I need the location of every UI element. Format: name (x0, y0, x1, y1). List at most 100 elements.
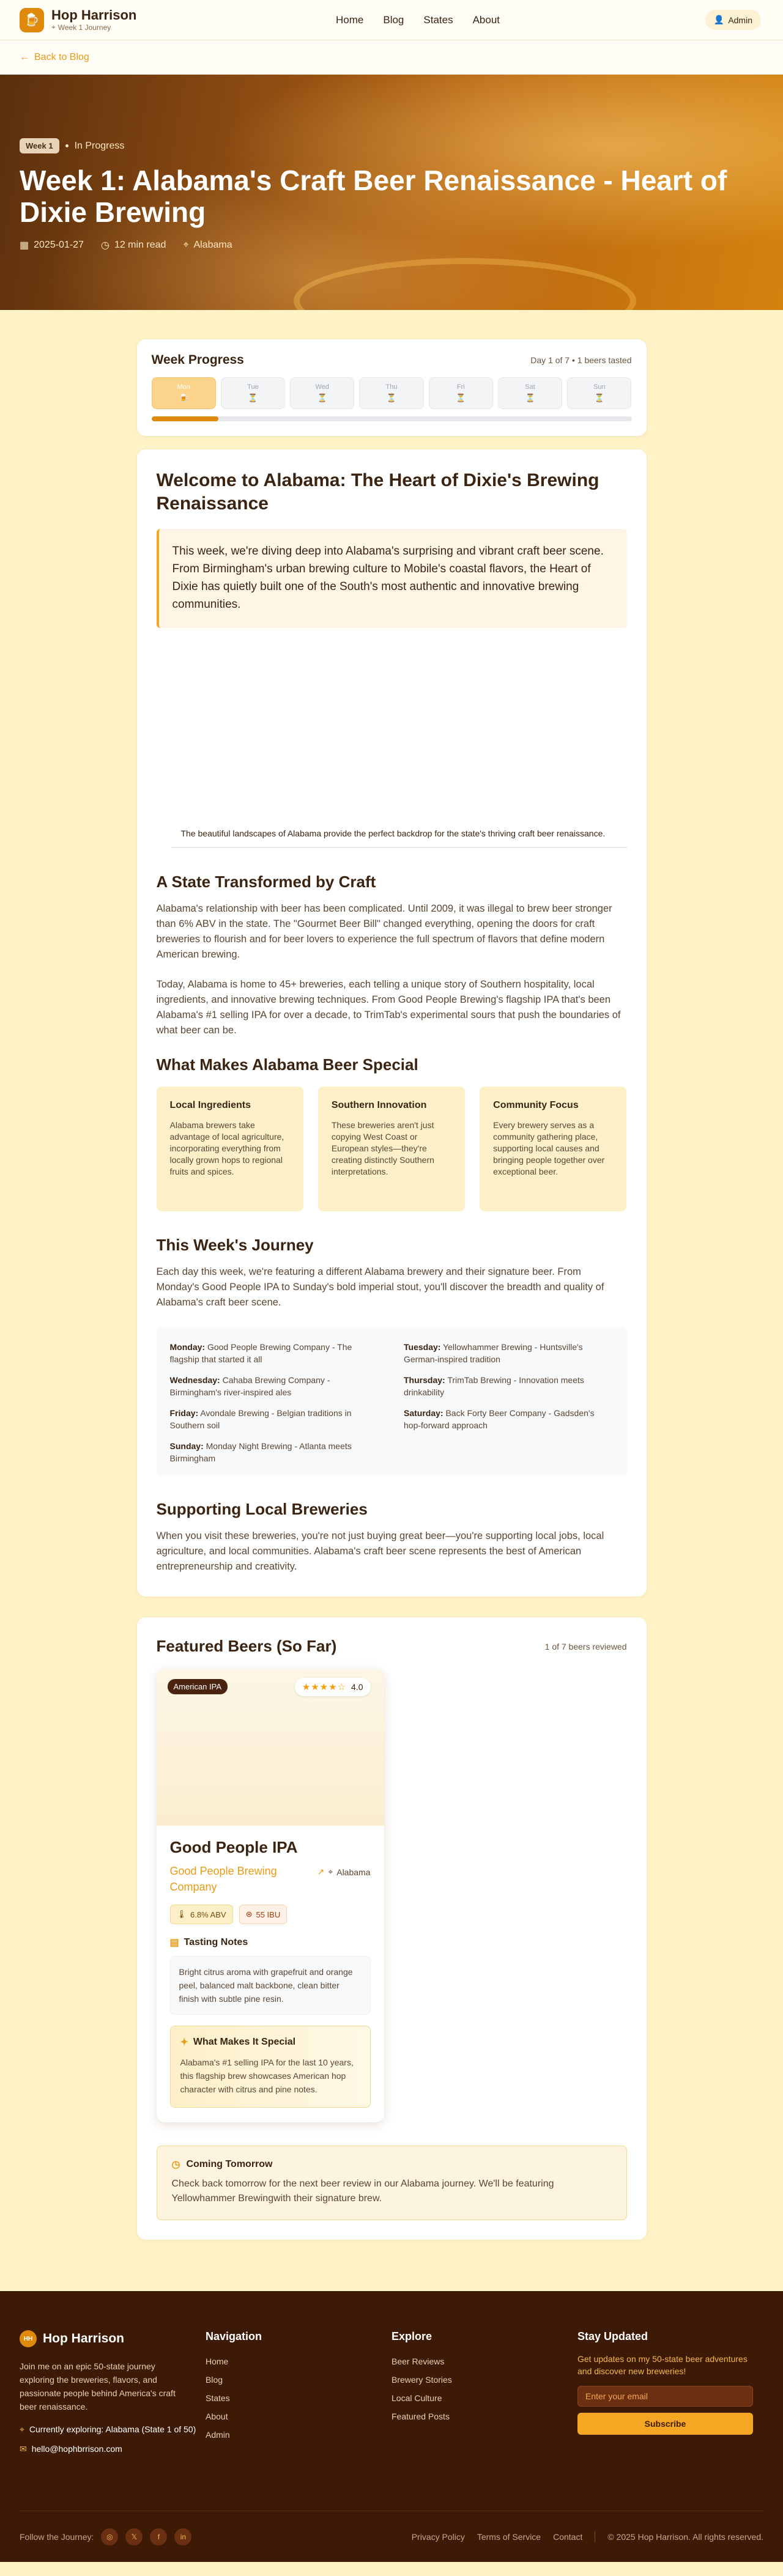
beer-name: Good People IPA (169, 1838, 298, 1856)
alabama-landscape-image: The beautiful landscapes of Alabama prov… (156, 643, 627, 848)
footer-about: HH Hop Harrison Join me on an epic 50-st… (20, 2330, 206, 2455)
terms-of-service-link[interactable]: Terms of Service (477, 2532, 541, 2542)
privacy-policy-link[interactable]: Privacy Policy (412, 2532, 465, 2542)
beer-location-label: Alabama (336, 1867, 371, 1877)
progress-bar-fill (151, 416, 219, 421)
article-body: Welcome to Alabama: The Heart of Dixie's… (136, 449, 647, 1596)
feature-title: Community Focus (493, 1100, 579, 1110)
day-tile-fri[interactable]: Fri ⏳ (428, 377, 493, 409)
footer-link-beer-reviews[interactable]: Beer Reviews (392, 2356, 577, 2366)
mail-icon: ✉ (20, 2444, 27, 2454)
feature-title: Southern Innovation (331, 1100, 427, 1110)
day-tile-thu[interactable]: Thu ⏳ (359, 377, 424, 409)
footer-logo-icon: HH (20, 2330, 37, 2347)
nav-blog[interactable]: Blog (383, 14, 404, 26)
week-pill: Week 1 (20, 138, 59, 153)
section-heading-state: A State Transformed by Craft (156, 873, 376, 891)
footer-link-admin[interactable]: Admin (206, 2430, 392, 2440)
image-caption: The beautiful landscapes of Alabama prov… (171, 820, 627, 848)
schedule-item: Sunday: Monday Night Brewing - Atlanta m… (170, 1440, 380, 1464)
date-meta: ▦ 2025-01-27 (20, 239, 84, 251)
footer-link-blog[interactable]: Blog (206, 2375, 392, 2385)
location-pin-icon: ⌖ (20, 2424, 24, 2434)
footer-link-about[interactable]: About (206, 2412, 392, 2421)
admin-button[interactable]: 👤 Admin (705, 10, 761, 30)
notebook-icon: ▤ (169, 1938, 179, 1948)
special-title: What Makes It Special (193, 2037, 296, 2047)
day-tile-wed[interactable]: Wed ⏳ (290, 377, 355, 409)
read-time-meta: ◷ 12 min read (101, 239, 166, 251)
arrow-left-icon[interactable]: ← (20, 52, 29, 63)
post-date: 2025-01-27 (34, 240, 84, 250)
day-tile-sat[interactable]: Sat ⏳ (497, 377, 563, 409)
nav-states[interactable]: States (423, 14, 453, 26)
footer-email[interactable]: ✉ hello@hophbrrison.com (20, 2443, 206, 2455)
day-tile-sun[interactable]: Sun ⏳ (567, 377, 632, 409)
contact-link[interactable]: Contact (553, 2532, 582, 2542)
hero-tags: Week 1 In Progress (20, 138, 763, 153)
footer-explore-title: Explore (392, 2330, 432, 2342)
footer-brand-name: Hop Harrison (43, 2331, 125, 2345)
footer-bottom-bar: Follow the Journey: ◎ 𝕏 f in Privacy Pol… (20, 2511, 763, 2562)
brewery-link[interactable]: Good People Brewing Company (170, 1863, 311, 1895)
nav-home[interactable]: Home (336, 14, 363, 26)
beers-reviewed-count: 1 of 7 beers reviewed (544, 1641, 627, 1652)
beer-card[interactable]: American IPA ★★★★☆ 4.0 Good People IPA G… (156, 1669, 384, 2122)
section-heading-support: Supporting Local Breweries (156, 1500, 368, 1518)
progress-count: Day 1 of 7 • 1 beers tasted (530, 355, 632, 365)
newsletter-email-input[interactable] (577, 2386, 753, 2407)
subscribe-button[interactable]: Subscribe (577, 2413, 753, 2435)
footer-brand[interactable]: HH Hop Harrison (20, 2330, 206, 2347)
special-heading: ✦ What Makes It Special (180, 2036, 360, 2048)
footer-link-home[interactable]: Home (206, 2356, 392, 2366)
schedule-day: Saturday: (404, 1408, 443, 1418)
hero-background-glow (294, 258, 636, 310)
footer-link-local-culture[interactable]: Local Culture (392, 2393, 577, 2403)
beer-location: ↗ ⌖ Alabama (317, 1867, 371, 1877)
beer-mug-logo-icon[interactable]: 🍺 (20, 7, 44, 32)
progress-title: Week Progress (151, 353, 244, 367)
brand[interactable]: Hop Harrison ⌖ Week 1 Journey (51, 8, 136, 32)
facebook-icon[interactable]: f (150, 2528, 168, 2545)
abv-badge: 🌡 6.8% ABV (169, 1905, 233, 1924)
nav-about[interactable]: About (473, 14, 500, 26)
feature-desc: These breweries aren't just copying West… (331, 1120, 434, 1176)
paragraph: When you visit these breweries, you're n… (156, 1530, 604, 1572)
beer-image: American IPA ★★★★☆ 4.0 (156, 1669, 384, 1826)
social-links: Follow the Journey: ◎ 𝕏 f in (20, 2528, 192, 2545)
hero-banner: Week 1 In Progress Week 1: Alabama's Cra… (0, 75, 783, 310)
hourglass-icon: ⏳ (456, 393, 466, 402)
hop-icon: ⊛ (245, 1910, 253, 1919)
progress-bar (151, 416, 632, 421)
day-tile-tue[interactable]: Tue ⏳ (220, 377, 286, 409)
back-to-blog-link[interactable]: Back to Blog (34, 52, 89, 63)
separator-dot (65, 144, 69, 147)
footer-link-states[interactable]: States (206, 2393, 392, 2403)
external-link-icon[interactable]: ↗ (317, 1867, 325, 1877)
day-label: Wed (315, 383, 329, 391)
footer-newsletter: Stay Updated Get updates on my 50-state … (577, 2330, 763, 2455)
footer-link-brewery-stories[interactable]: Brewery Stories (392, 2375, 577, 2385)
day-label: Mon (177, 383, 190, 391)
day-tile-mon[interactable]: Mon 🍺 (151, 377, 216, 409)
stay-updated-desc: Get updates on my 50-state beer adventur… (577, 2354, 748, 2376)
instagram-icon[interactable]: ◎ (101, 2528, 119, 2545)
beer-details: Good People IPA Good People Brewing Comp… (157, 1826, 384, 2122)
footer-legal-links: Privacy Policy Terms of Service Contact … (412, 2531, 763, 2542)
status-label: In Progress (74, 140, 125, 151)
schedule-day: Wednesday: (169, 1375, 220, 1385)
footer-link-featured-posts[interactable]: Featured Posts (392, 2412, 577, 2421)
schedule-day: Sunday: (169, 1441, 204, 1451)
twitter-icon[interactable]: 𝕏 (125, 2528, 143, 2545)
paragraph: Alabama's relationship with beer has bee… (156, 903, 612, 960)
coming-tomorrow-heading: ◷ Coming Tomorrow (172, 2158, 612, 2171)
article-title: Welcome to Alabama: The Heart of Dixie's… (156, 470, 599, 514)
linkedin-icon[interactable]: in (174, 2528, 192, 2545)
hourglass-icon: ⏳ (386, 393, 397, 402)
footer-email-link[interactable]: hello@hophbrrison.com (32, 2443, 122, 2455)
location-meta: ⌖ Alabama (183, 239, 232, 251)
footer-explore: Explore Beer Reviews Brewery Stories Loc… (392, 2330, 577, 2455)
post-meta: ▦ 2025-01-27 ◷ 12 min read ⌖ Alabama (20, 239, 763, 251)
clock-icon: ◷ (171, 2160, 180, 2170)
location-pin-icon: ⌖ (183, 240, 189, 250)
